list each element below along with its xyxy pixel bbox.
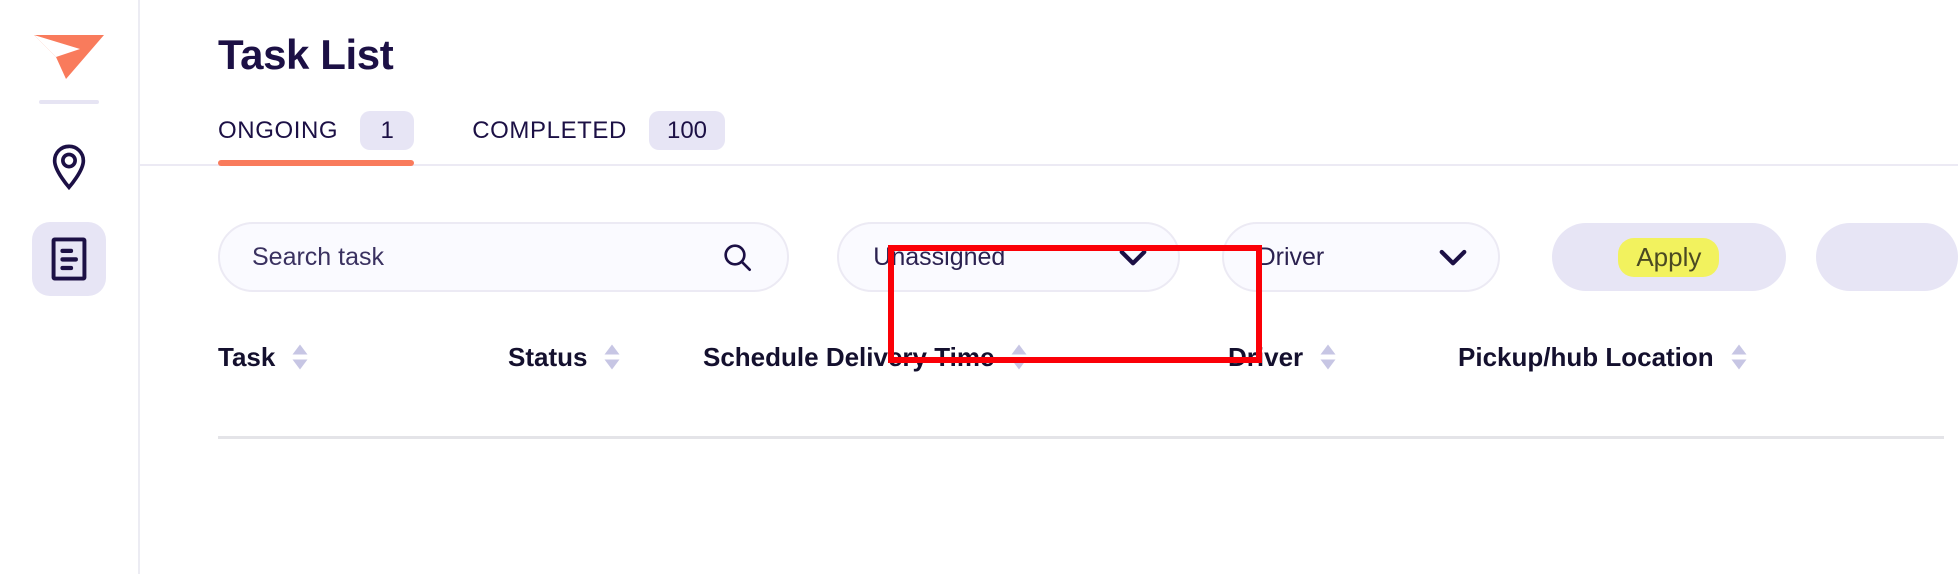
tab-ongoing-badge: 1 [360,110,415,151]
column-header-schedule-delivery-time-label: Schedule Delivery Time [703,341,995,372]
sort-arrows-icon[interactable] [289,342,311,372]
tab-completed-badge: 100 [648,110,726,151]
tabs-bar: ONGOING 1 COMPLETED 100 [140,100,1958,167]
driver-select-value: Driver [1257,242,1325,271]
apply-button[interactable]: Apply [1551,223,1787,292]
sidebar [0,0,140,574]
column-header-pickup-hub-location[interactable]: Pickup/hub Location [1458,342,1788,373]
sidebar-item-map[interactable] [32,130,106,204]
column-header-pickup-hub-location-label: Pickup/hub Location [1458,341,1714,372]
search-icon[interactable] [721,241,753,273]
column-header-driver[interactable]: Driver [1228,342,1458,373]
chevron-down-icon[interactable] [1438,247,1468,267]
assignment-select-value: Unassigned [873,242,1006,271]
search-input[interactable] [252,242,702,272]
secondary-action-button[interactable] [1816,223,1958,292]
task-list-document-icon [48,235,90,283]
driver-select[interactable]: Driver [1221,222,1500,293]
column-header-task-label: Task [218,341,276,372]
column-header-schedule-delivery-time[interactable]: Schedule Delivery Time [703,342,1228,373]
sidebar-nav [32,130,106,296]
app-root: Task List ONGOING 1 COMPLETED 100 Search… [0,0,1958,574]
table-header-divider [218,436,1944,440]
location-pin-icon [48,142,90,192]
column-header-status-label: Status [508,341,588,372]
column-header-task[interactable]: Task [218,342,508,373]
tab-completed-label: COMPLETED [472,116,627,144]
main-content: Task List ONGOING 1 COMPLETED 100 Search… [140,0,1958,574]
assignment-select[interactable]: Unassigned [837,222,1180,293]
paper-plane-logo-icon[interactable] [30,26,108,84]
sort-arrows-icon[interactable] [1728,342,1750,372]
column-header-driver-label: Driver [1228,341,1304,372]
filter-row: Unassigned Driver Apply [140,222,1958,293]
sort-arrows-icon[interactable] [1008,342,1030,372]
tab-ongoing-label: ONGOING [218,116,339,144]
tab-ongoing[interactable]: ONGOING 1 [218,110,415,166]
tab-completed[interactable]: COMPLETED 100 [472,110,726,165]
sidebar-item-task-list[interactable] [32,222,106,296]
page-title: Task List [218,31,394,78]
column-header-status[interactable]: Status [508,342,703,373]
search-task-field[interactable] [218,222,790,293]
sort-arrows-icon[interactable] [601,342,623,372]
table-header-row: Task Status Schedule Delivery Time Drive… [140,334,1958,380]
sidebar-divider [39,100,99,104]
chevron-down-icon[interactable] [1118,247,1148,267]
apply-button-label: Apply [1618,237,1720,277]
sort-arrows-icon[interactable] [1317,342,1339,372]
